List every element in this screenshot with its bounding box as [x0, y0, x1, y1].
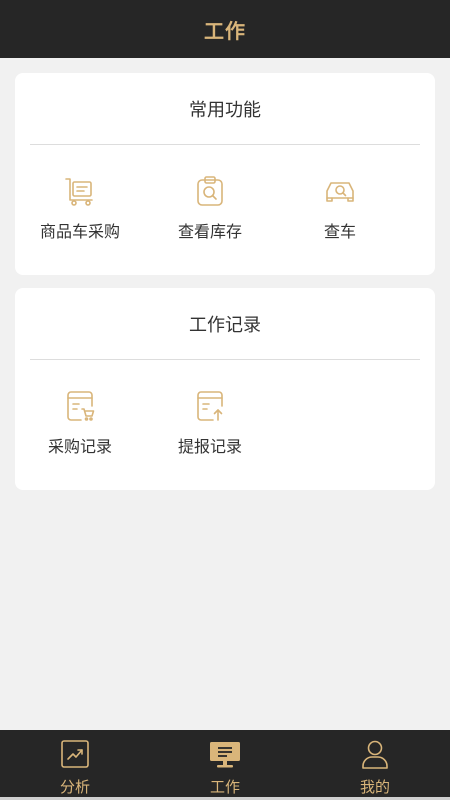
vehicle-purchase-item[interactable]: 商品车采购 — [15, 173, 145, 242]
car-search-icon — [322, 173, 358, 209]
bottom-tab-bar: 分析 工作 我的 — [0, 730, 450, 800]
work-records-title: 工作记录 — [189, 314, 261, 336]
tab-mine-label: 我的 — [359, 778, 390, 796]
check-car-item[interactable]: 查车 — [275, 173, 405, 242]
user-icon — [359, 738, 391, 770]
tab-mine[interactable]: 我的 — [300, 730, 450, 800]
chart-icon — [59, 738, 91, 770]
purchase-record-item[interactable]: 采购记录 — [15, 388, 145, 457]
vehicle-purchase-label: 商品车采购 — [39, 222, 120, 241]
check-car-label: 查车 — [323, 222, 356, 241]
cart-icon — [62, 173, 98, 209]
monitor-icon — [209, 738, 241, 770]
common-functions-card: 常用功能 商品车采购 查看库存 查车 — [15, 73, 435, 275]
common-functions-grid: 商品车采购 查看库存 查车 — [15, 145, 435, 242]
purchase-record-icon — [62, 388, 98, 424]
report-record-label: 提报记录 — [177, 437, 242, 456]
tab-work[interactable]: 工作 — [150, 730, 300, 800]
work-records-grid: 采购记录 提报记录 — [15, 360, 435, 457]
common-functions-title: 常用功能 — [189, 99, 261, 121]
clipboard-search-icon — [192, 173, 228, 209]
purchase-record-label: 采购记录 — [47, 437, 112, 456]
view-inventory-label: 查看库存 — [177, 222, 242, 241]
tab-analysis[interactable]: 分析 — [0, 730, 150, 800]
tab-work-label: 工作 — [209, 778, 240, 796]
report-record-icon — [192, 388, 228, 424]
page-title: 工作 — [204, 18, 246, 43]
view-inventory-item[interactable]: 查看库存 — [145, 173, 275, 242]
tab-analysis-label: 分析 — [59, 778, 90, 796]
top-header: 工作 — [0, 0, 450, 58]
work-records-card: 工作记录 采购记录 提报记录 — [15, 288, 435, 490]
report-record-item[interactable]: 提报记录 — [145, 388, 275, 457]
